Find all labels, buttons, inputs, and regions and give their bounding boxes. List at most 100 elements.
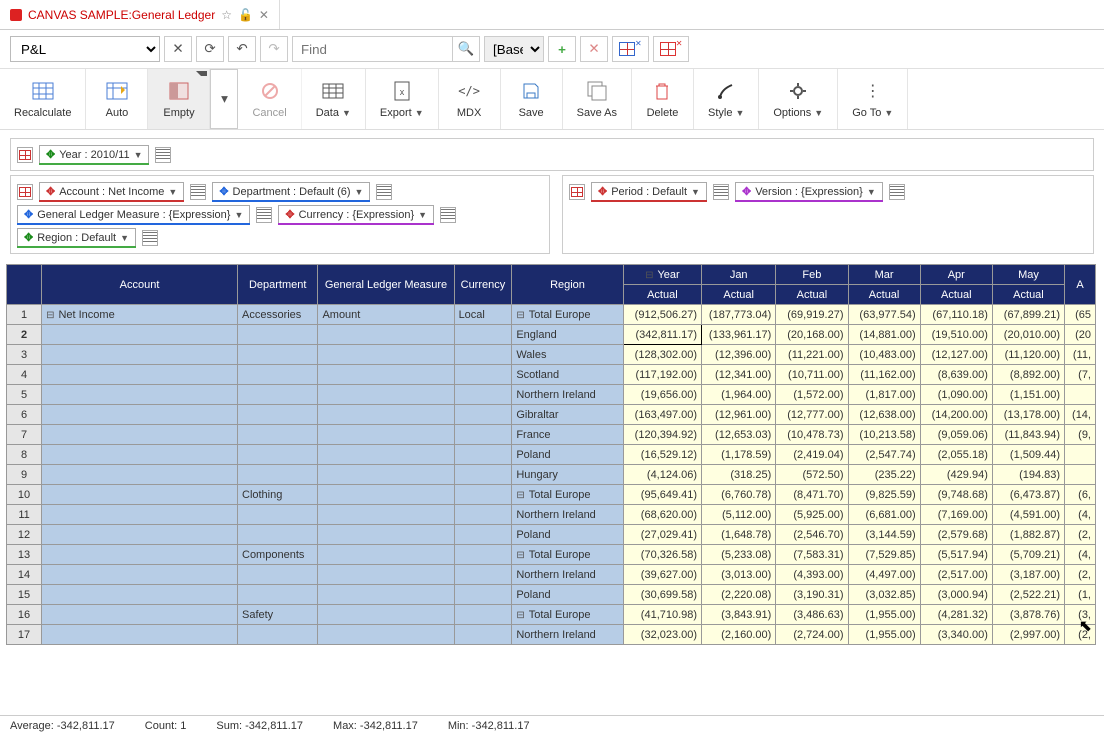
status-max: Max: -342,811.17 [333,720,418,732]
refresh-button[interactable]: ⟳ [196,36,224,62]
saveas-button[interactable]: Save As [563,69,632,129]
table-row[interactable]: 14Northern Ireland(39,627.00)(3,013.00)(… [7,565,1096,585]
empty-button[interactable]: Empty [148,69,210,129]
status-bar: Average: -342,811.17 Count: 1 Sum: -342,… [0,715,1104,736]
table-row[interactable]: 16Safety⊟Total Europe(41,710.98)(3,843.9… [7,605,1096,625]
save-button[interactable]: Save [501,69,563,129]
status-count: Count: 1 [145,720,187,732]
table-row[interactable]: 9Hungary(4,124.06)(318.25)(572.50)(235.2… [7,465,1096,485]
table-row[interactable]: 2England(342,811.17)(133,961.17)(20,168.… [7,325,1096,345]
export-icon: x [390,81,414,101]
year-chip[interactable]: ✥Year : 2010/11 ▼ [39,145,149,164]
table-row[interactable]: 6Gibraltar(163,497.00)(12,961.00)(12,777… [7,405,1096,425]
filter-axis-row: ✥Account : Net Income ▼ ✥Department : De… [0,175,1104,260]
ribbon: Recalculate Auto Empty ▾ Cancel Data▼ x … [0,69,1104,130]
add-button[interactable]: + [548,36,576,62]
col-currency[interactable]: Currency [454,265,512,305]
tab-bar: CANVAS SAMPLE:General Ledger ☆ 🔓 ✕ [0,0,1104,30]
status-sum: Sum: -342,811.17 [216,720,303,732]
data-grid[interactable]: Account Department General Ledger Measur… [6,264,1098,645]
auto-button[interactable]: Auto [86,69,148,129]
save-icon [519,81,543,101]
table-row[interactable]: 10Clothing⊟Total Europe(95,649.41)(6,760… [7,485,1096,505]
gear-icon [786,81,810,101]
auto-icon [105,81,129,101]
glm-chip[interactable]: ✥General Ledger Measure : {Expression} ▼ [17,205,250,224]
trash-icon [650,81,674,101]
table-row[interactable]: 11Northern Ireland(68,620.00)(5,112.00)(… [7,505,1096,525]
table-row[interactable]: 17Northern Ireland(32,023.00)(2,160.00)(… [7,625,1096,645]
cancel-button[interactable]: Cancel [238,69,301,129]
redo-button[interactable]: ↷ [260,36,288,62]
rows-target-icon[interactable] [17,184,33,200]
col-account[interactable]: Account [42,265,238,305]
list-icon[interactable] [376,184,392,200]
col-year[interactable]: ⊟Year [623,265,701,285]
table-row[interactable]: 8Poland(16,529.12)(1,178.59)(2,419.04)(2… [7,445,1096,465]
goto-icon: ⋮ [861,81,885,101]
close-icon[interactable]: ✕ [259,8,269,22]
goto-button[interactable]: ⋮ Go To▼ [838,69,908,129]
base-select[interactable]: [Base] [484,36,544,62]
export-button[interactable]: x Export▼ [366,69,439,129]
quick-toolbar: P&L ✕ ⟳ ↶ ↷ 🔍 [Base] + ✕ ✕ ✕ [0,30,1104,69]
version-chip[interactable]: ✥Version : {Expression} ▼ [735,182,883,201]
account-chip[interactable]: ✥Account : Net Income ▼ [39,182,184,201]
currency-chip[interactable]: ✥Currency : {Expression} ▼ [278,205,434,224]
tab-title: CANVAS SAMPLE:General Ledger [28,8,215,22]
department-chip[interactable]: ✥Department : Default (6) ▼ [212,182,370,201]
list-icon[interactable] [440,207,456,223]
brush-icon [714,81,738,101]
options-button[interactable]: Options▼ [759,69,838,129]
region-chip[interactable]: ✥Region : Default ▼ [17,228,136,247]
grid1-button[interactable]: ✕ [612,36,649,62]
view-select[interactable]: P&L [10,36,160,62]
list-icon[interactable] [142,230,158,246]
cancel-icon [258,81,282,101]
undo-button[interactable]: ↶ [228,36,256,62]
clear-view-button[interactable]: ✕ [164,36,192,62]
table-row[interactable]: 3Wales(128,302.00)(12,396.00)(11,221.00)… [7,345,1096,365]
col-glm[interactable]: General Ledger Measure [318,265,454,305]
empty-dropdown[interactable]: ▾ [210,69,238,129]
col-department[interactable]: Department [238,265,318,305]
empty-icon [167,81,191,101]
list-icon[interactable] [190,184,206,200]
mdx-icon: </> [457,81,481,101]
col-jan[interactable]: Jan [702,265,776,285]
style-button[interactable]: Style▼ [694,69,759,129]
table-row[interactable]: 13Components⊟Total Europe(70,326.58)(5,2… [7,545,1096,565]
col-apr[interactable]: Apr [920,265,992,285]
grid-target-icon[interactable] [17,147,33,163]
table-row[interactable]: 7France(120,394.92)(12,653.03)(10,478.73… [7,425,1096,445]
find-button[interactable]: 🔍 [452,36,480,62]
unlock-icon[interactable]: 🔓 [238,8,253,22]
find-input[interactable] [292,36,452,62]
table-row[interactable]: 12Poland(27,029.41)(1,648.78)(2,546.70)(… [7,525,1096,545]
col-mar[interactable]: Mar [848,265,920,285]
document-tab[interactable]: CANVAS SAMPLE:General Ledger ☆ 🔓 ✕ [0,0,280,29]
col-region[interactable]: Region [512,265,623,305]
cube-icon [10,9,22,21]
cols-target-icon[interactable] [569,184,585,200]
saveas-icon [585,81,609,101]
star-icon[interactable]: ☆ [221,8,232,22]
table-row[interactable]: 15Poland(30,699.58)(2,220.08)(3,190.31)(… [7,585,1096,605]
col-may[interactable]: May [992,265,1064,285]
list-icon[interactable] [713,184,729,200]
grid2-button[interactable]: ✕ [653,36,690,62]
mdx-button[interactable]: </> MDX [439,69,501,129]
delete-button[interactable]: Delete [632,69,694,129]
list-icon[interactable] [889,184,905,200]
svg-text:x: x [400,87,405,97]
col-feb[interactable]: Feb [776,265,848,285]
list-icon[interactable] [155,147,171,163]
remove-button[interactable]: ✕ [580,36,608,62]
data-button[interactable]: Data▼ [302,69,366,129]
period-chip[interactable]: ✥Period : Default ▼ [591,182,707,201]
table-row[interactable]: 1⊟Net IncomeAccessoriesAmountLocal⊟Total… [7,305,1096,325]
table-row[interactable]: 4Scotland(117,192.00)(12,341.00)(10,711.… [7,365,1096,385]
list-icon[interactable] [256,207,272,223]
recalculate-button[interactable]: Recalculate [0,69,86,129]
table-row[interactable]: 5Northern Ireland(19,656.00)(1,964.00)(1… [7,385,1096,405]
